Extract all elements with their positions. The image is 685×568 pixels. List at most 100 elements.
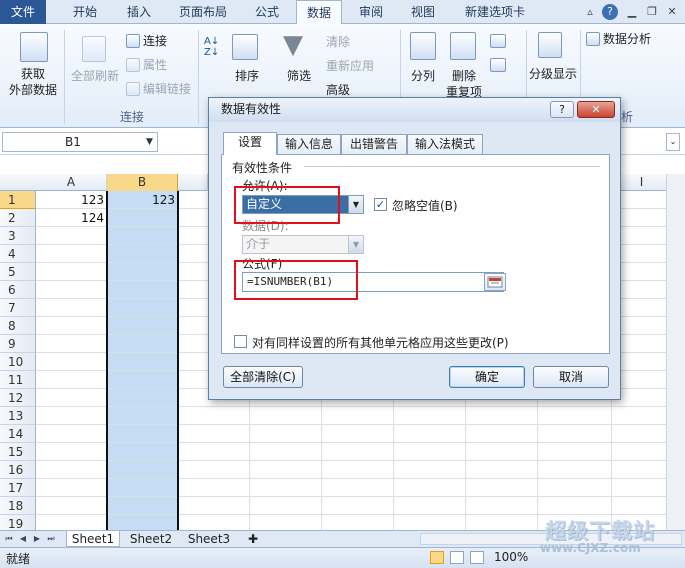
row-header[interactable]: 17: [0, 479, 36, 497]
allow-select[interactable]: 自定义 ▼: [242, 195, 364, 214]
formula-input[interactable]: =ISNUMBER(B1): [242, 272, 504, 292]
column-header-a[interactable]: A: [36, 174, 107, 191]
minimize-window-icon[interactable]: ▁: [624, 4, 640, 20]
sheet-tab-sheet1[interactable]: Sheet1: [66, 531, 120, 547]
restore-window-icon[interactable]: ❐: [644, 4, 660, 20]
row-header[interactable]: 14: [0, 425, 36, 443]
first-sheet-icon[interactable]: ⏮: [4, 533, 14, 545]
ok-button[interactable]: 确定: [449, 366, 525, 388]
column-header-b[interactable]: B: [107, 174, 178, 191]
tab-insert[interactable]: 插入: [116, 0, 162, 24]
dialog-close-button[interactable]: ✕: [577, 101, 615, 118]
cell-a1[interactable]: 123: [36, 191, 107, 209]
watermark-url: www.CJXZ.com: [540, 541, 641, 555]
tab-new-tab[interactable]: 新建选项卡: [452, 0, 538, 24]
next-sheet-icon[interactable]: ▶: [32, 533, 42, 545]
validation-criteria-heading: 有效性条件: [232, 161, 293, 175]
row-header[interactable]: 10: [0, 353, 36, 371]
outline-button[interactable]: 分级显示: [528, 66, 578, 82]
refresh-all-icon: [82, 36, 106, 62]
row-header[interactable]: 13: [0, 407, 36, 425]
data-operator-select[interactable]: 介于 ▼: [242, 235, 364, 254]
row-header[interactable]: 9: [0, 335, 36, 353]
column-header-c[interactable]: [178, 174, 208, 191]
tab-view[interactable]: 视图: [400, 0, 446, 24]
reapply-button[interactable]: 重新应用: [326, 58, 374, 74]
get-external-data-button[interactable]: 获取 外部数据: [2, 66, 64, 98]
row-header[interactable]: 7: [0, 299, 36, 317]
column-header-i[interactable]: I: [612, 174, 672, 191]
outline-icon: [538, 32, 562, 58]
collapse-dialog-icon[interactable]: [484, 273, 506, 291]
name-box[interactable]: B1: [2, 132, 158, 152]
chevron-down-icon[interactable]: ▼: [348, 236, 363, 253]
remove-duplicates-button[interactable]: 删除 重复项: [442, 68, 486, 100]
connections-button[interactable]: 连接: [143, 33, 167, 49]
sheet-tab-sheet2[interactable]: Sheet2: [124, 531, 178, 547]
prev-sheet-icon[interactable]: ◀: [18, 533, 28, 545]
section-divider: [304, 166, 600, 167]
apply-all-checkbox[interactable]: [234, 335, 247, 348]
vertical-scrollbar[interactable]: [666, 174, 685, 530]
name-box-dropdown-icon[interactable]: ▼: [146, 132, 156, 152]
tab-settings[interactable]: 设置: [223, 132, 277, 155]
tab-home[interactable]: 开始: [62, 0, 108, 24]
advanced-button[interactable]: 高级: [326, 82, 350, 98]
settings-panel: 有效性条件 允许(A): 自定义 ▼ ✓ 忽略空值(B) 数据(D): 介于 ▼…: [221, 154, 610, 354]
filter-button[interactable]: 筛选: [282, 68, 316, 84]
sheet-tab-sheet3[interactable]: Sheet3: [182, 531, 236, 547]
row-header[interactable]: 2: [0, 209, 36, 227]
get-external-data-icon: [20, 32, 48, 62]
tab-ime-mode[interactable]: 输入法模式: [407, 134, 483, 154]
tab-formulas[interactable]: 公式: [244, 0, 290, 24]
text-to-columns-button[interactable]: 分列: [406, 68, 440, 84]
refresh-all-button[interactable]: 全部刷新: [68, 68, 122, 84]
row-header[interactable]: 5: [0, 263, 36, 281]
row-header[interactable]: 18: [0, 497, 36, 515]
expand-formula-bar-icon[interactable]: ⌄: [666, 133, 680, 151]
chevron-down-icon[interactable]: ▼: [348, 196, 363, 213]
data-validation-icon[interactable]: [490, 34, 506, 48]
dialog-help-button[interactable]: ?: [550, 101, 574, 118]
ignore-blank-checkbox[interactable]: ✓: [374, 198, 387, 211]
help-icon[interactable]: ?: [602, 4, 618, 20]
consolidate-icon[interactable]: [490, 58, 506, 72]
cell-a2[interactable]: 124: [36, 209, 107, 227]
clear-button[interactable]: 清除: [326, 34, 350, 50]
sort-button[interactable]: 排序: [230, 68, 264, 84]
tab-data[interactable]: 数据: [296, 0, 342, 25]
cancel-button[interactable]: 取消: [533, 366, 609, 388]
data-validation-dialog: 数据有效性 ? ✕ 设置 输入信息 出错警告 输入法模式 有效性条件 允许(A)…: [208, 97, 621, 400]
row-header[interactable]: 12: [0, 389, 36, 407]
close-window-icon[interactable]: ✕: [664, 4, 680, 20]
allow-label: 允许(A):: [242, 179, 288, 193]
row-header[interactable]: 8: [0, 317, 36, 335]
group-label-connections: 连接: [120, 110, 145, 124]
row-header[interactable]: 4: [0, 245, 36, 263]
sort-az-icon[interactable]: A↓ Z↓: [204, 36, 219, 58]
tab-input-message[interactable]: 输入信息: [277, 134, 341, 154]
last-sheet-icon[interactable]: ⏭: [46, 533, 56, 545]
tab-file[interactable]: 文件: [0, 0, 46, 24]
minimize-ribbon-icon[interactable]: ▵: [582, 4, 598, 20]
page-break-view-icon[interactable]: [470, 551, 484, 564]
zoom-level[interactable]: 100%: [494, 550, 528, 564]
data-analysis-button[interactable]: 数据分析: [603, 31, 651, 47]
row-header[interactable]: 3: [0, 227, 36, 245]
row-header[interactable]: 15: [0, 443, 36, 461]
row-header[interactable]: 6: [0, 281, 36, 299]
clear-all-button[interactable]: 全部清除(C): [223, 366, 303, 388]
cell-b1[interactable]: 123: [107, 191, 178, 209]
edit-links-button[interactable]: 编辑链接: [143, 81, 191, 97]
data-analysis-icon: [586, 32, 600, 46]
page-layout-view-icon[interactable]: [450, 551, 464, 564]
tab-page-layout[interactable]: 页面布局: [170, 0, 236, 24]
insert-sheet-icon[interactable]: ✚: [242, 531, 264, 547]
row-header[interactable]: 16: [0, 461, 36, 479]
row-header[interactable]: 1: [0, 191, 36, 209]
tab-review[interactable]: 审阅: [348, 0, 394, 24]
normal-view-icon[interactable]: [430, 551, 444, 564]
tab-error-alert[interactable]: 出错警告: [341, 134, 407, 154]
properties-button[interactable]: 属性: [143, 57, 167, 73]
row-header[interactable]: 11: [0, 371, 36, 389]
